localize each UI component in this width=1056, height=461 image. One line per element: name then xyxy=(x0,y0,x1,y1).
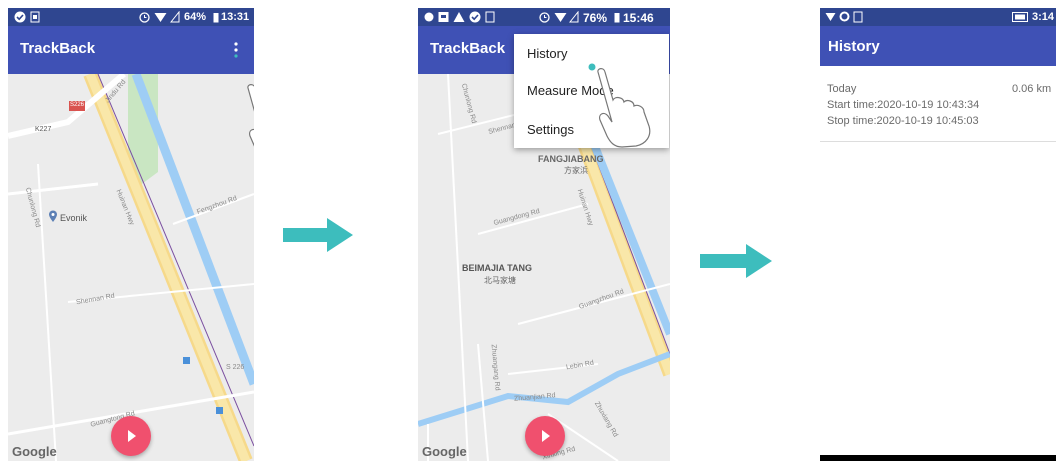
map-label: S 226 xyxy=(226,364,245,371)
map-label: K227 xyxy=(35,126,52,133)
more-vert-icon[interactable] xyxy=(232,40,240,60)
history-stop-time: Stop time:2020-10-19 10:45:03 xyxy=(827,115,979,127)
arrow-right-icon xyxy=(283,218,353,252)
history-start-time: Start time:2020-10-19 10:43:34 xyxy=(827,99,980,111)
play-button[interactable] xyxy=(111,416,151,456)
battery-icon xyxy=(1012,12,1028,22)
image-icon xyxy=(30,11,40,23)
wifi-icon xyxy=(825,13,836,21)
clock-time: 15:46 xyxy=(623,11,654,25)
google-logo: Google xyxy=(422,444,467,459)
hand-pointer-icon xyxy=(597,68,651,148)
map-label: BEIMAJIA TANG xyxy=(462,263,533,273)
menu-item-history[interactable]: History xyxy=(527,46,567,61)
screen-trackback-menu: 76% 15:46 TrackBack Chunlong Rd Shennan … xyxy=(418,8,670,461)
status-bar: 3:14 xyxy=(820,8,1056,26)
app-bar: TrackBack xyxy=(8,26,254,74)
map-label: FANGJIABANG xyxy=(538,154,604,164)
battery-percent: 76% xyxy=(583,11,608,25)
map-label: 北马家塘 xyxy=(484,276,516,285)
wifi-icon xyxy=(554,13,567,22)
play-button[interactable] xyxy=(525,416,565,456)
history-distance: 0.06 km xyxy=(1012,83,1052,95)
dot-icon xyxy=(424,12,434,22)
app-bar: History xyxy=(820,26,1056,66)
image-icon xyxy=(485,11,495,23)
navigation-bar xyxy=(820,455,1056,461)
check-circle-icon xyxy=(469,11,481,23)
app-title: History xyxy=(828,38,880,55)
gear-icon xyxy=(839,11,850,22)
status-bar: 76% 15:46 xyxy=(418,8,670,26)
clock-time: 13:31 xyxy=(221,11,250,23)
battery-icon xyxy=(614,13,620,23)
app-title: TrackBack xyxy=(430,40,506,57)
divider xyxy=(820,141,1056,142)
status-bar: 64% 13:31 xyxy=(8,8,254,26)
google-logo: Google xyxy=(12,444,57,459)
image-icon xyxy=(853,11,863,23)
battery-icon xyxy=(213,13,219,23)
alarm-icon xyxy=(539,12,550,23)
location-pin-icon xyxy=(49,210,57,222)
menu-item-settings[interactable]: Settings xyxy=(527,122,574,137)
check-circle-icon xyxy=(14,11,26,23)
signal-icon xyxy=(569,11,579,23)
map-label: S226 xyxy=(70,102,85,108)
hand-pointer-icon xyxy=(247,84,254,147)
warning-icon xyxy=(453,12,465,22)
alarm-icon xyxy=(139,12,150,23)
screen-history: 3:14 History Today 0.06 km Start time:20… xyxy=(820,8,1056,461)
map-label: Evonik xyxy=(60,213,88,223)
app-title: TrackBack xyxy=(20,40,96,57)
signal-icon xyxy=(170,11,180,23)
clock-time: 3:14 xyxy=(1032,11,1055,23)
map-view[interactable]: S226 Jindu Rd K227 Chunlong Rd Fengzhou … xyxy=(8,74,254,461)
image-icon xyxy=(438,12,449,22)
wifi-icon xyxy=(154,13,167,22)
map-label: 方家浜 xyxy=(564,166,588,175)
arrow-right-icon xyxy=(700,244,772,278)
battery-percent: 64% xyxy=(184,11,207,23)
screen-trackback-map: 64% 13:31 TrackBack S226 Jindu Rd K227 C… xyxy=(8,8,254,461)
history-date: Today xyxy=(827,83,857,95)
